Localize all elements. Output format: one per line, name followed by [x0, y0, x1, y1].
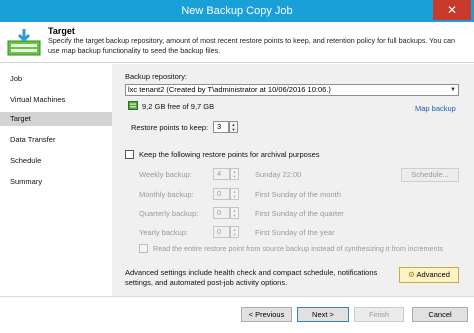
advanced-button[interactable]: ⚙ Advanced	[399, 267, 459, 283]
weekly-backup-input[interactable]: 4	[213, 168, 230, 180]
yearly-schedule-text: First Sunday of the year	[255, 228, 335, 237]
monthly-schedule-text: First Sunday of the month	[255, 190, 341, 199]
monthly-backup-stepper[interactable]: ▲ ▼	[230, 188, 239, 200]
target-backup-icon	[7, 29, 41, 56]
repository-label: Backup repository:	[125, 72, 188, 81]
restore-points-stepper[interactable]: ▲ ▼	[229, 121, 238, 133]
yearly-backup-stepper[interactable]: ▲ ▼	[230, 226, 239, 238]
title-bar: New Backup Copy Job ✕	[0, 0, 474, 22]
read-entire-checkbox[interactable]	[139, 244, 148, 253]
wizard-header: Target Specify the target backup reposit…	[0, 22, 474, 63]
monthly-backup-label: Monthly backup:	[139, 190, 194, 199]
restore-points-input[interactable]: 3	[213, 121, 229, 133]
quarterly-backup-stepper[interactable]: ▲ ▼	[230, 207, 239, 219]
quarterly-backup-label: Quarterly backup:	[139, 209, 199, 218]
advanced-button-label: Advanced	[416, 270, 450, 279]
sidebar-item-summary[interactable]: Summary	[0, 175, 112, 189]
next-button[interactable]: Next >	[297, 307, 349, 322]
sidebar-item-schedule[interactable]: Schedule	[0, 154, 112, 168]
header-title: Target	[48, 26, 75, 36]
target-panel: Backup repository: lxc tenant2 (Created …	[112, 64, 474, 296]
repository-select[interactable]: lxc tenant2 (Created by T\administrator …	[125, 84, 459, 96]
gear-icon: ⚙	[408, 270, 415, 279]
yearly-backup-input[interactable]: 0	[213, 226, 230, 238]
previous-button[interactable]: < Previous	[241, 307, 292, 322]
weekly-schedule-text: Sunday 22:00	[255, 170, 302, 179]
archival-checkbox-label: Keep the following restore points for ar…	[139, 150, 320, 159]
header-description: Specify the target backup repository, am…	[48, 36, 455, 55]
sidebar-item-data-transfer[interactable]: Data Transfer	[0, 133, 112, 147]
advanced-settings-text: Advanced settings include health check a…	[125, 268, 378, 287]
close-button[interactable]: ✕	[433, 0, 471, 20]
close-icon: ✕	[446, 3, 458, 17]
wizard-footer: < Previous Next > Finish Cancel	[0, 296, 474, 333]
spin-down-icon[interactable]: ▼	[230, 127, 237, 132]
window-title: New Backup Copy Job	[181, 5, 293, 17]
sidebar-item-job[interactable]: Job	[0, 72, 112, 86]
archival-checkbox[interactable]	[125, 150, 134, 159]
weekly-backup-label: Weekly backup:	[139, 170, 192, 179]
finish-button[interactable]: Finish	[354, 307, 404, 322]
backup-copy-job-window: New Backup Copy Job ✕ Target Specify the…	[0, 0, 474, 333]
read-entire-label: Read the entire restore point from sourc…	[153, 244, 444, 253]
quarterly-schedule-text: First Sunday of the quarter	[255, 209, 344, 218]
quarterly-backup-input[interactable]: 0	[213, 207, 230, 219]
schedule-button[interactable]: Schedule...	[401, 168, 459, 182]
free-space-text: 9,2 GB free of 9,7 GB	[142, 102, 215, 111]
weekly-backup-stepper[interactable]: ▲ ▼	[230, 168, 239, 180]
wizard-steps: Job Virtual Machines Target Data Transfe…	[0, 64, 112, 296]
storage-icon	[128, 101, 138, 110]
repository-value: lxc tenant2 (Created by T\administrator …	[128, 85, 331, 94]
sidebar-item-target[interactable]: Target	[0, 112, 112, 126]
map-backup-link[interactable]: Map backup	[415, 104, 456, 113]
cancel-button[interactable]: Cancel	[412, 307, 468, 322]
chevron-down-icon: ▼	[450, 87, 456, 93]
sidebar-item-virtual-machines[interactable]: Virtual Machines	[0, 93, 112, 107]
monthly-backup-input[interactable]: 0	[213, 188, 230, 200]
restore-points-label: Restore points to keep:	[131, 123, 209, 132]
yearly-backup-label: Yearly backup:	[139, 228, 188, 237]
